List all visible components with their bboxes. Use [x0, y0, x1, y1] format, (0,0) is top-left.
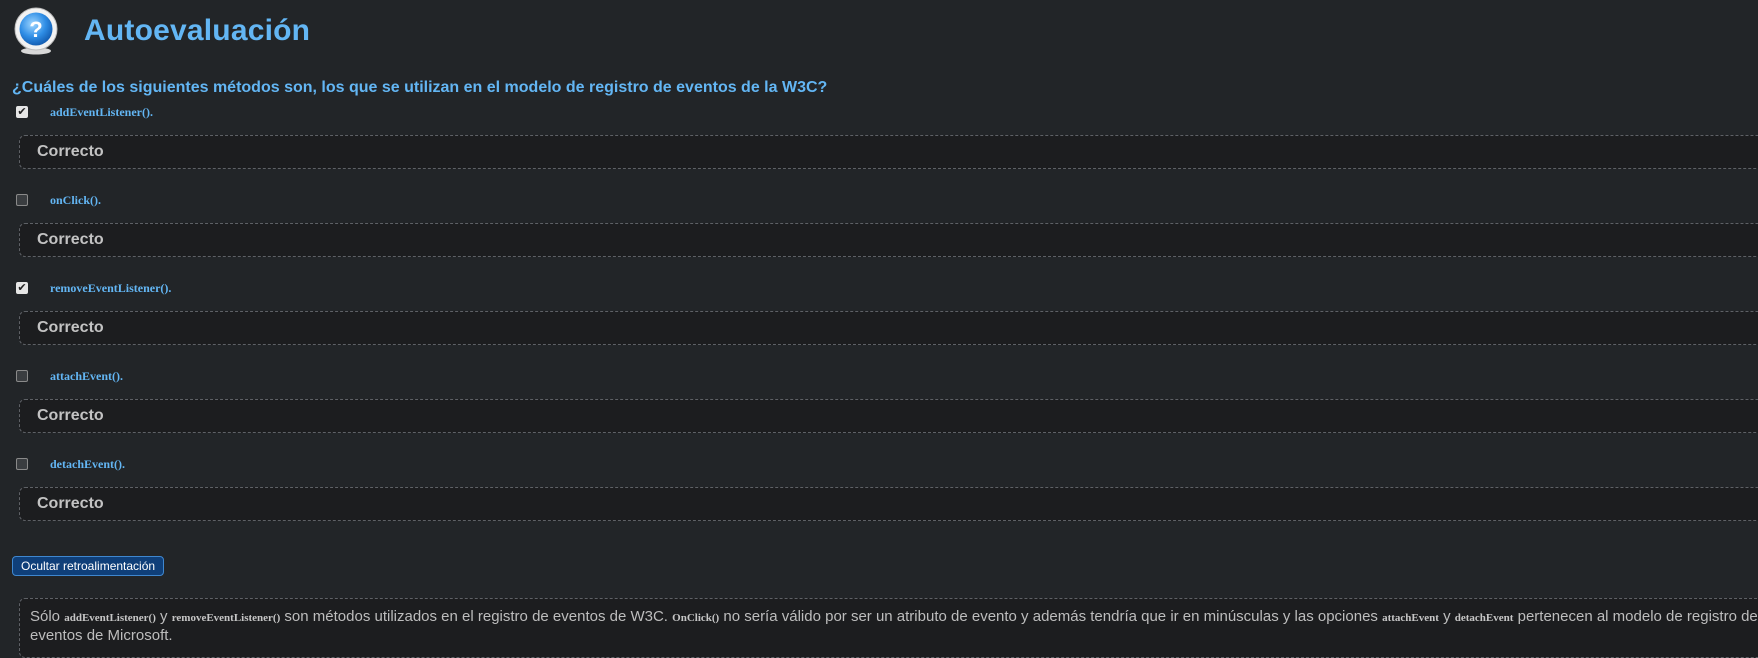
page-title: Autoevaluación	[84, 14, 311, 47]
option-checkbox[interactable]	[16, 370, 28, 382]
option-label: addEventListener().	[50, 104, 153, 119]
retro-text: no sería válido por ser un atributo de e…	[719, 608, 1383, 625]
option-checkbox[interactable]: ✔	[16, 106, 28, 118]
option-label: removeEventListener().	[50, 280, 172, 295]
retro-text: y	[155, 608, 172, 625]
question-help-icon: ?	[14, 7, 58, 55]
retro-text: Sólo	[30, 608, 65, 625]
option-label: detachEvent().	[50, 456, 125, 471]
option-checkbox[interactable]	[16, 458, 28, 470]
retro-code: removeEventListener()	[171, 612, 281, 624]
option-item: attachEvent(). Correcto	[0, 368, 1758, 456]
option-item: onClick(). Correcto	[0, 192, 1758, 280]
option-item: detachEvent(). Correcto	[0, 456, 1758, 544]
retro-text: y	[1438, 608, 1455, 625]
question-text: ¿Cuáles de los siguientes métodos son, l…	[12, 79, 828, 96]
svg-text:?: ?	[29, 17, 42, 42]
option-feedback: Correcto	[19, 487, 1758, 521]
option-feedback: Correcto	[19, 223, 1758, 257]
option-feedback: Correcto	[19, 135, 1758, 169]
header: ? Autoevaluación	[12, 6, 310, 56]
option-feedback: Correcto	[19, 399, 1758, 433]
option-label: attachEvent().	[50, 368, 123, 383]
retro-code: attachEvent	[1382, 612, 1439, 624]
option-item: ✔ addEventListener(). Correcto	[0, 104, 1758, 192]
retro-text: son métodos utilizados en el registro de…	[280, 608, 673, 625]
retro-code: addEventListener()	[64, 612, 156, 624]
feedback-panel: Sólo addEventListener() y removeEventLis…	[19, 598, 1758, 658]
options-list: ✔ addEventListener(). Correcto onClick()…	[0, 104, 1758, 544]
retro-code: detachEvent	[1454, 612, 1514, 624]
retro-code: OnClick()	[672, 612, 720, 624]
hide-feedback-button[interactable]: Ocultar retroalimentación	[12, 556, 165, 576]
option-feedback: Correcto	[19, 311, 1758, 345]
option-label: onClick().	[50, 192, 101, 207]
option-checkbox[interactable]: ✔	[16, 282, 28, 294]
option-item: ✔ removeEventListener(). Correcto	[0, 280, 1758, 368]
option-checkbox[interactable]	[16, 194, 28, 206]
